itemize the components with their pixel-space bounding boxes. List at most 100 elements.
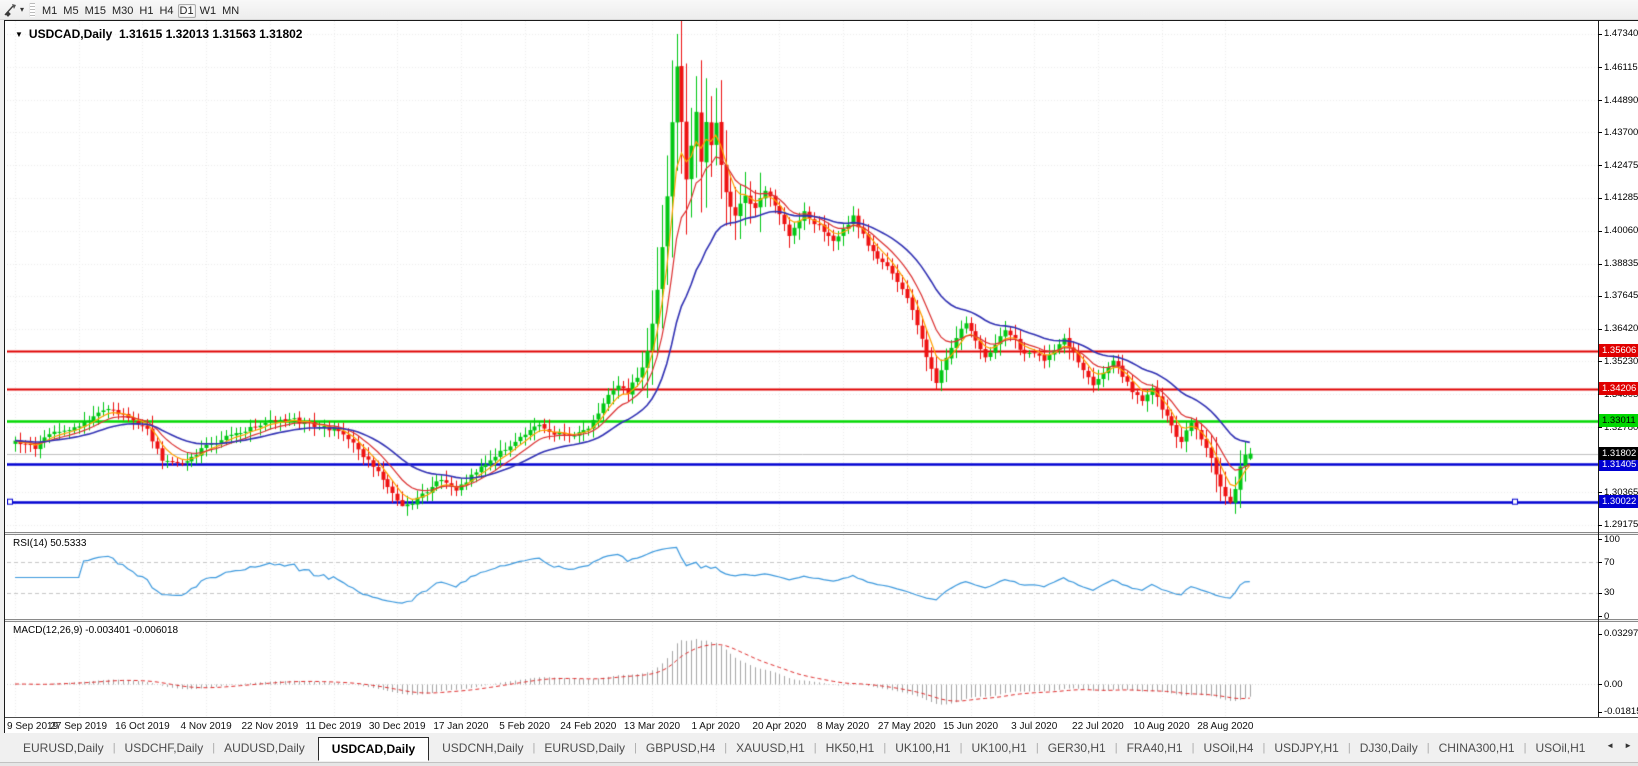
chart-tab-bar: EURUSD,Daily|USDCHF,Daily|AUDUSD,DailyUS… (0, 733, 1638, 762)
date-tick-label: 28 Aug 2020 (1197, 721, 1253, 732)
timeframe-button-m1[interactable]: M1 (40, 4, 59, 18)
timeframe-button-h1[interactable]: H1 (137, 4, 155, 18)
price-tick-mark (1598, 132, 1602, 133)
date-tick-label: 22 Nov 2019 (241, 721, 298, 732)
timeframe-button-m30[interactable]: M30 (110, 4, 135, 18)
price-tick-mark (1598, 492, 1602, 493)
rsi-tick-label: 70 (1604, 557, 1615, 568)
timeframe-button-mn[interactable]: MN (220, 4, 241, 18)
symbol-period-label: USDCAD,Daily (29, 27, 112, 41)
date-tick-label: 11 Dec 2019 (306, 721, 362, 732)
date-tick-label: 5 Feb 2020 (499, 721, 550, 732)
price-tick-mark (1598, 361, 1602, 362)
chart-tab-audusd-daily[interactable]: AUDUSD,Daily (215, 737, 314, 759)
price-tick-mark (1598, 525, 1602, 526)
price-tick-label: 1.44890 (1604, 95, 1638, 106)
macd-tick-label: 0.032972 (1604, 628, 1638, 639)
date-tick-label: 24 Feb 2020 (560, 721, 616, 732)
tab-scrollers: ◄ ► (1604, 738, 1634, 753)
date-tick-label: 27 Sep 2019 (50, 721, 107, 732)
chart-tab-ger30-h1[interactable]: GER30,H1 (1039, 737, 1115, 759)
chart-tab-china300-h1[interactable]: CHINA300,H1 (1430, 737, 1524, 759)
macd-tick-mark (1598, 634, 1602, 635)
price-tick-label: 1.42475 (1604, 160, 1638, 171)
timeframe-button-w1[interactable]: W1 (198, 4, 219, 18)
date-tick-label: 16 Oct 2019 (115, 721, 169, 732)
price-chart-canvas[interactable] (7, 21, 1598, 532)
chart-tab-usoil-h4[interactable]: USOil,H4 (1194, 737, 1262, 759)
chart-tab-gbpusd-h4[interactable]: GBPUSD,H4 (637, 737, 724, 759)
hline-price-badge: 1.34206 (1599, 382, 1638, 395)
chart-tab-xauusd-h1[interactable]: XAUUSD,H1 (727, 737, 814, 759)
tab-scroll-right-icon[interactable]: ► (1622, 738, 1634, 753)
macd-tick-label: -0.018154 (1604, 706, 1638, 717)
price-tick-label: 1.41285 (1604, 192, 1638, 203)
date-tick-label: 30 Dec 2019 (369, 721, 426, 732)
hline-price-badge: 1.30022 (1599, 495, 1638, 508)
price-tick-mark (1598, 264, 1602, 265)
date-tick-label: 27 May 2020 (878, 721, 936, 732)
macd-indicator-label: MACD(12,26,9) -0.003401 -0.006018 (13, 625, 178, 636)
timeframe-button-d1[interactable]: D1 (178, 4, 196, 18)
macd-tick-label: 0.00 (1604, 679, 1623, 690)
chart-tab-hk50-h1[interactable]: HK50,H1 (817, 737, 884, 759)
chart-window: 9 Sep 201927 Sep 201916 Oct 20194 Nov 20… (4, 20, 1638, 734)
chart-tab-eurusd-daily[interactable]: EURUSD,Daily (14, 737, 113, 759)
collapse-chart-icon[interactable]: ▼ (15, 30, 23, 39)
date-tick-label: 3 Jul 2020 (1011, 721, 1057, 732)
tab-scroll-left-icon[interactable]: ◄ (1604, 738, 1616, 753)
hline-price-badge: 1.35606 (1599, 344, 1638, 357)
date-tick-label: 10 Aug 2020 (1134, 721, 1190, 732)
macd-panel-canvas[interactable] (7, 622, 1598, 717)
status-strip (0, 762, 1638, 766)
timeframe-button-h4[interactable]: H4 (157, 4, 175, 18)
price-tick-label: 1.47340 (1604, 28, 1638, 39)
chart-tab-fra40-h1[interactable]: FRA40,H1 (1118, 737, 1192, 759)
price-tick-mark (1598, 67, 1602, 68)
chart-tab-dj30-daily[interactable]: DJ30,Daily (1351, 737, 1427, 759)
timeframe-button-m15[interactable]: M15 (83, 4, 108, 18)
toolbar-grip-handle[interactable] (29, 3, 35, 17)
price-tick-label: 1.36420 (1604, 323, 1638, 334)
chart-tab-uk100-h1[interactable]: UK100,H1 (886, 737, 959, 759)
rsi-tick-mark (1598, 562, 1602, 563)
mt4-window: ▾ M1M5M15M30H1H4D1W1MN 9 Sep 201927 Sep … (0, 0, 1638, 766)
date-tick-label: 20 Apr 2020 (752, 721, 806, 732)
date-tick-label: 4 Nov 2019 (181, 721, 232, 732)
timeframe-buttons: M1M5M15M30H1H4D1W1MN (39, 1, 242, 19)
price-tick-label: 1.37645 (1604, 290, 1638, 301)
rsi-tick-label: 30 (1604, 587, 1615, 598)
chart-cursor-tool-icon[interactable] (2, 2, 20, 17)
date-tick-label: 13 Mar 2020 (624, 721, 680, 732)
macd-tick-mark (1598, 712, 1602, 713)
price-tick-mark (1598, 198, 1602, 199)
price-tick-mark (1598, 34, 1602, 35)
price-tick-label: 1.40060 (1604, 225, 1638, 236)
timeframe-button-m5[interactable]: M5 (61, 4, 80, 18)
cursor-tool-dropdown-icon[interactable]: ▾ (20, 5, 24, 14)
price-tick-mark (1598, 231, 1602, 232)
rsi-panel-canvas[interactable] (7, 535, 1598, 619)
date-tick-label: 8 May 2020 (817, 721, 869, 732)
chart-tab-usdchf-daily[interactable]: USDCHF,Daily (116, 737, 213, 759)
chart-tab-eurusd-daily[interactable]: EURUSD,Daily (535, 737, 634, 759)
date-tick-label: 1 Apr 2020 (692, 721, 740, 732)
hline-price-badge: 1.33011 (1599, 414, 1638, 427)
date-axis: 9 Sep 201927 Sep 201916 Oct 20194 Nov 20… (5, 717, 1638, 734)
price-tick-mark (1598, 165, 1602, 166)
rsi-tick-label: 0 (1604, 611, 1609, 622)
date-tick-label: 22 Jul 2020 (1072, 721, 1124, 732)
chart-tab-usoil-h1[interactable]: USOil,H1 (1526, 737, 1594, 759)
timeframe-toolbar: ▾ M1M5M15M30H1H4D1W1MN (0, 0, 1638, 20)
price-axis-border (1598, 21, 1599, 717)
chart-tab-usdcad-daily[interactable]: USDCAD,Daily (318, 737, 429, 761)
date-tick-label: 17 Jan 2020 (433, 721, 488, 732)
price-tick-label: 1.46115 (1604, 62, 1638, 73)
price-tick-label: 1.29175 (1604, 519, 1638, 530)
rsi-indicator-label: RSI(14) 50.5333 (13, 538, 86, 549)
chart-tab-usdcnh-daily[interactable]: USDCNH,Daily (433, 737, 532, 759)
price-tick-label: 1.43700 (1604, 127, 1638, 138)
chart-tab-usdjpy-h1[interactable]: USDJPY,H1 (1265, 737, 1347, 759)
chart-tab-uk100-h1[interactable]: UK100,H1 (962, 737, 1035, 759)
macd-tick-mark (1598, 684, 1602, 685)
